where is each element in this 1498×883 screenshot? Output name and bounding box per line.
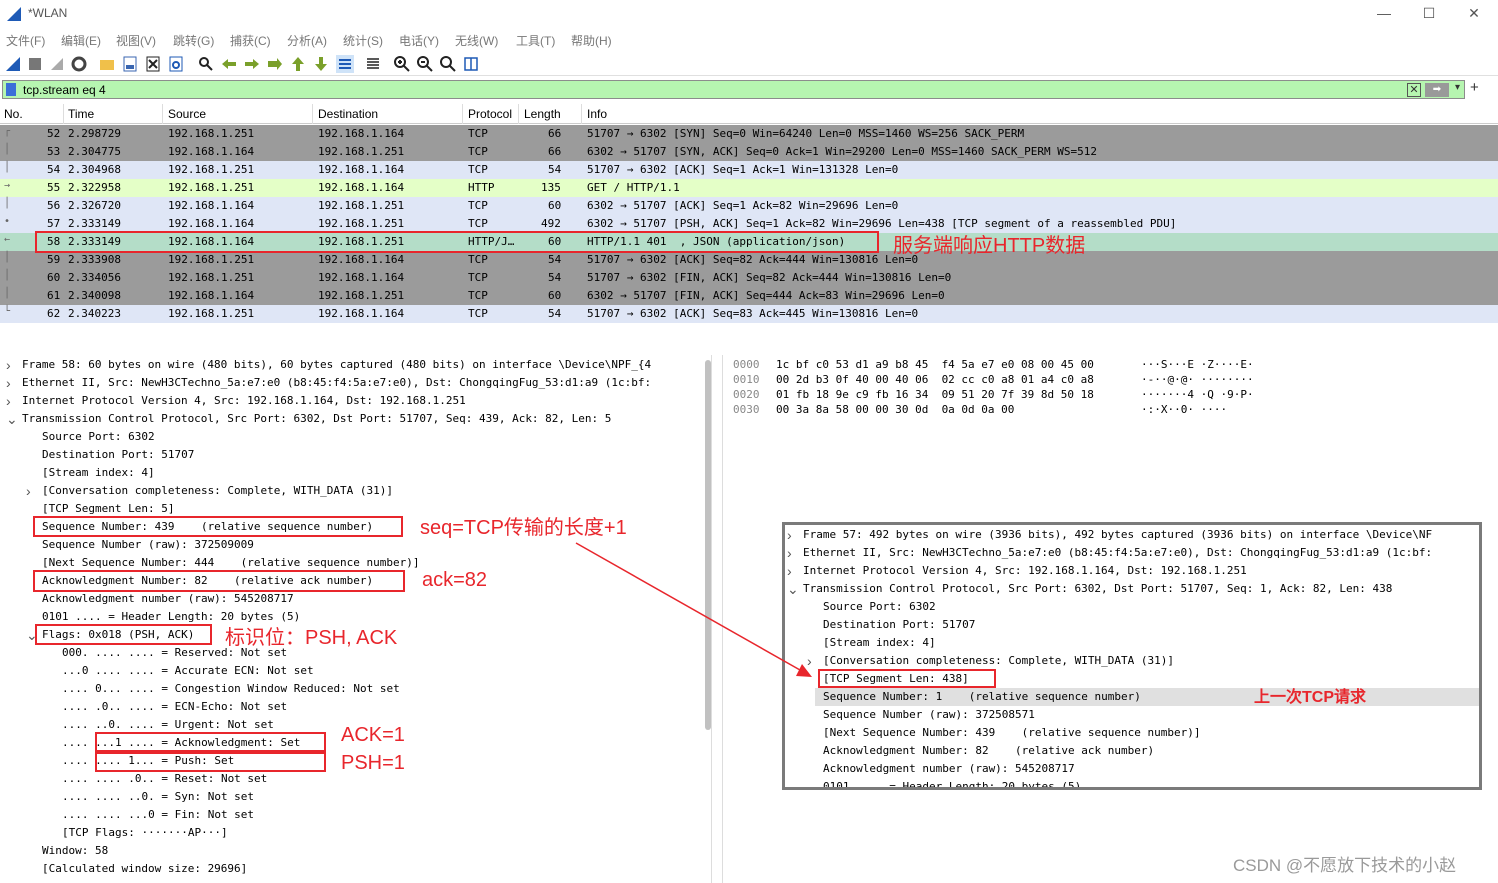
annotation-arrow-icon [575, 542, 812, 677]
status-bar [722, 875, 1498, 883]
watermark: CSDN @不愿放下技术的小赵 [1233, 856, 1457, 875]
